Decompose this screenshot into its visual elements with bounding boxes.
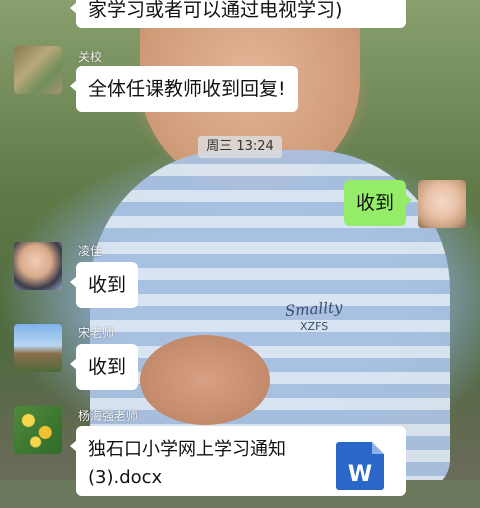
doc-fold bbox=[372, 442, 384, 454]
avatar[interactable] bbox=[14, 46, 62, 94]
avatar[interactable] bbox=[418, 180, 466, 228]
avatar[interactable] bbox=[14, 242, 62, 290]
sender-name: 凌佳 bbox=[78, 244, 103, 258]
sender-name: 杨海强老师 bbox=[78, 409, 139, 423]
message-text: 全体任课教师收到回复! bbox=[88, 78, 286, 100]
timestamp: 周三 13:24 bbox=[198, 136, 282, 158]
word-document-icon: W bbox=[336, 442, 384, 490]
message-text: 收到 bbox=[355, 192, 394, 214]
message-bubble[interactable]: 收到 bbox=[70, 344, 138, 390]
background-child-hands bbox=[140, 335, 270, 425]
message-text: 收到 bbox=[87, 356, 126, 378]
message-bubble[interactable]: 全体任课教师收到回复! bbox=[70, 66, 298, 112]
word-icon-letter: W bbox=[347, 462, 373, 487]
message-text: 收到 bbox=[87, 274, 126, 296]
shirt-code-text: XZFS bbox=[300, 320, 329, 333]
message-bubble-outgoing[interactable]: 收到 bbox=[344, 180, 412, 226]
message-bubble[interactable]: 收到 bbox=[70, 262, 138, 308]
message-text: 家学习或者可以通过电视学习) bbox=[88, 0, 343, 21]
avatar[interactable] bbox=[14, 324, 62, 372]
message-bubble[interactable]: 家学习或者可以通过电视学习) bbox=[70, 0, 406, 28]
sender-name: 宋老师 bbox=[78, 326, 115, 340]
sender-name: 关校 bbox=[78, 50, 103, 64]
avatar[interactable] bbox=[14, 406, 62, 454]
